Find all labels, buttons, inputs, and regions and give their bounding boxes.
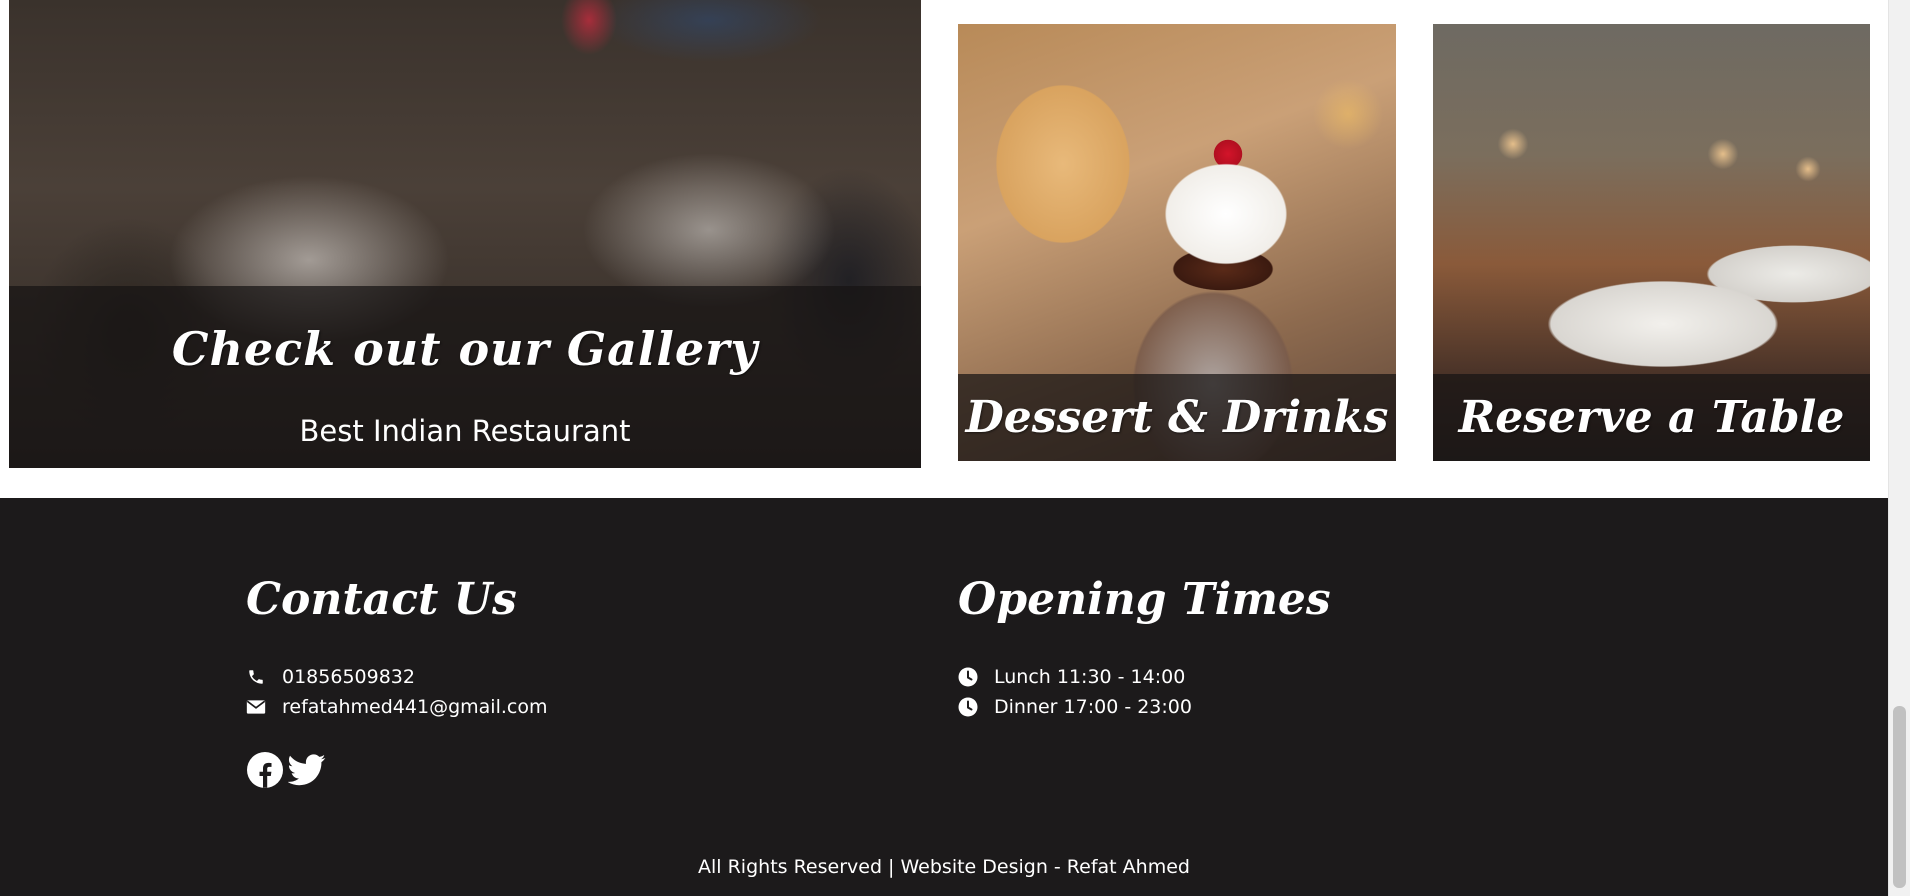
hours-heading: Opening Times	[958, 574, 1331, 625]
contact-heading: Contact Us	[246, 574, 517, 625]
phone-icon	[246, 667, 266, 687]
copyright-text: All Rights Reserved | Website Design - R…	[698, 856, 1190, 878]
email-link[interactable]: refatahmed441@gmail.com	[282, 696, 547, 718]
envelope-icon	[246, 697, 266, 717]
reserve-table-tile[interactable]: Reserve a Table	[1433, 24, 1870, 461]
scrollbar-thumb[interactable]	[1893, 706, 1906, 888]
gallery-section: Check out our Gallery Best Indian Restau…	[0, 0, 1888, 497]
phone-row: 01856509832	[246, 666, 415, 688]
page-scrollbar[interactable]	[1888, 0, 1910, 896]
site-footer: Contact Us 01856509832 refatahmed441@gma…	[0, 498, 1888, 896]
lunch-row: Lunch 11:30 - 14:00	[958, 666, 1185, 688]
gallery-subtitle: Best Indian Restaurant	[299, 414, 631, 448]
facebook-icon[interactable]	[246, 751, 284, 789]
dinner-row: Dinner 17:00 - 23:00	[958, 696, 1192, 718]
clock-icon	[958, 697, 978, 717]
dessert-drinks-tile[interactable]: Dessert & Drinks	[958, 24, 1396, 461]
dessert-drinks-title: Dessert & Drinks	[965, 392, 1389, 443]
dinner-hours-text: Dinner 17:00 - 23:00	[994, 696, 1192, 718]
phone-link[interactable]: 01856509832	[282, 666, 415, 688]
gallery-main-tile[interactable]: Check out our Gallery Best Indian Restau…	[9, 0, 921, 468]
lunch-hours-text: Lunch 11:30 - 14:00	[994, 666, 1186, 688]
clock-icon	[958, 667, 978, 687]
social-links	[246, 751, 326, 789]
reserve-table-title: Reserve a Table	[1458, 392, 1845, 443]
email-row: refatahmed441@gmail.com	[246, 696, 547, 718]
twitter-icon[interactable]	[288, 751, 326, 789]
gallery-title: Check out our Gallery	[171, 322, 759, 376]
